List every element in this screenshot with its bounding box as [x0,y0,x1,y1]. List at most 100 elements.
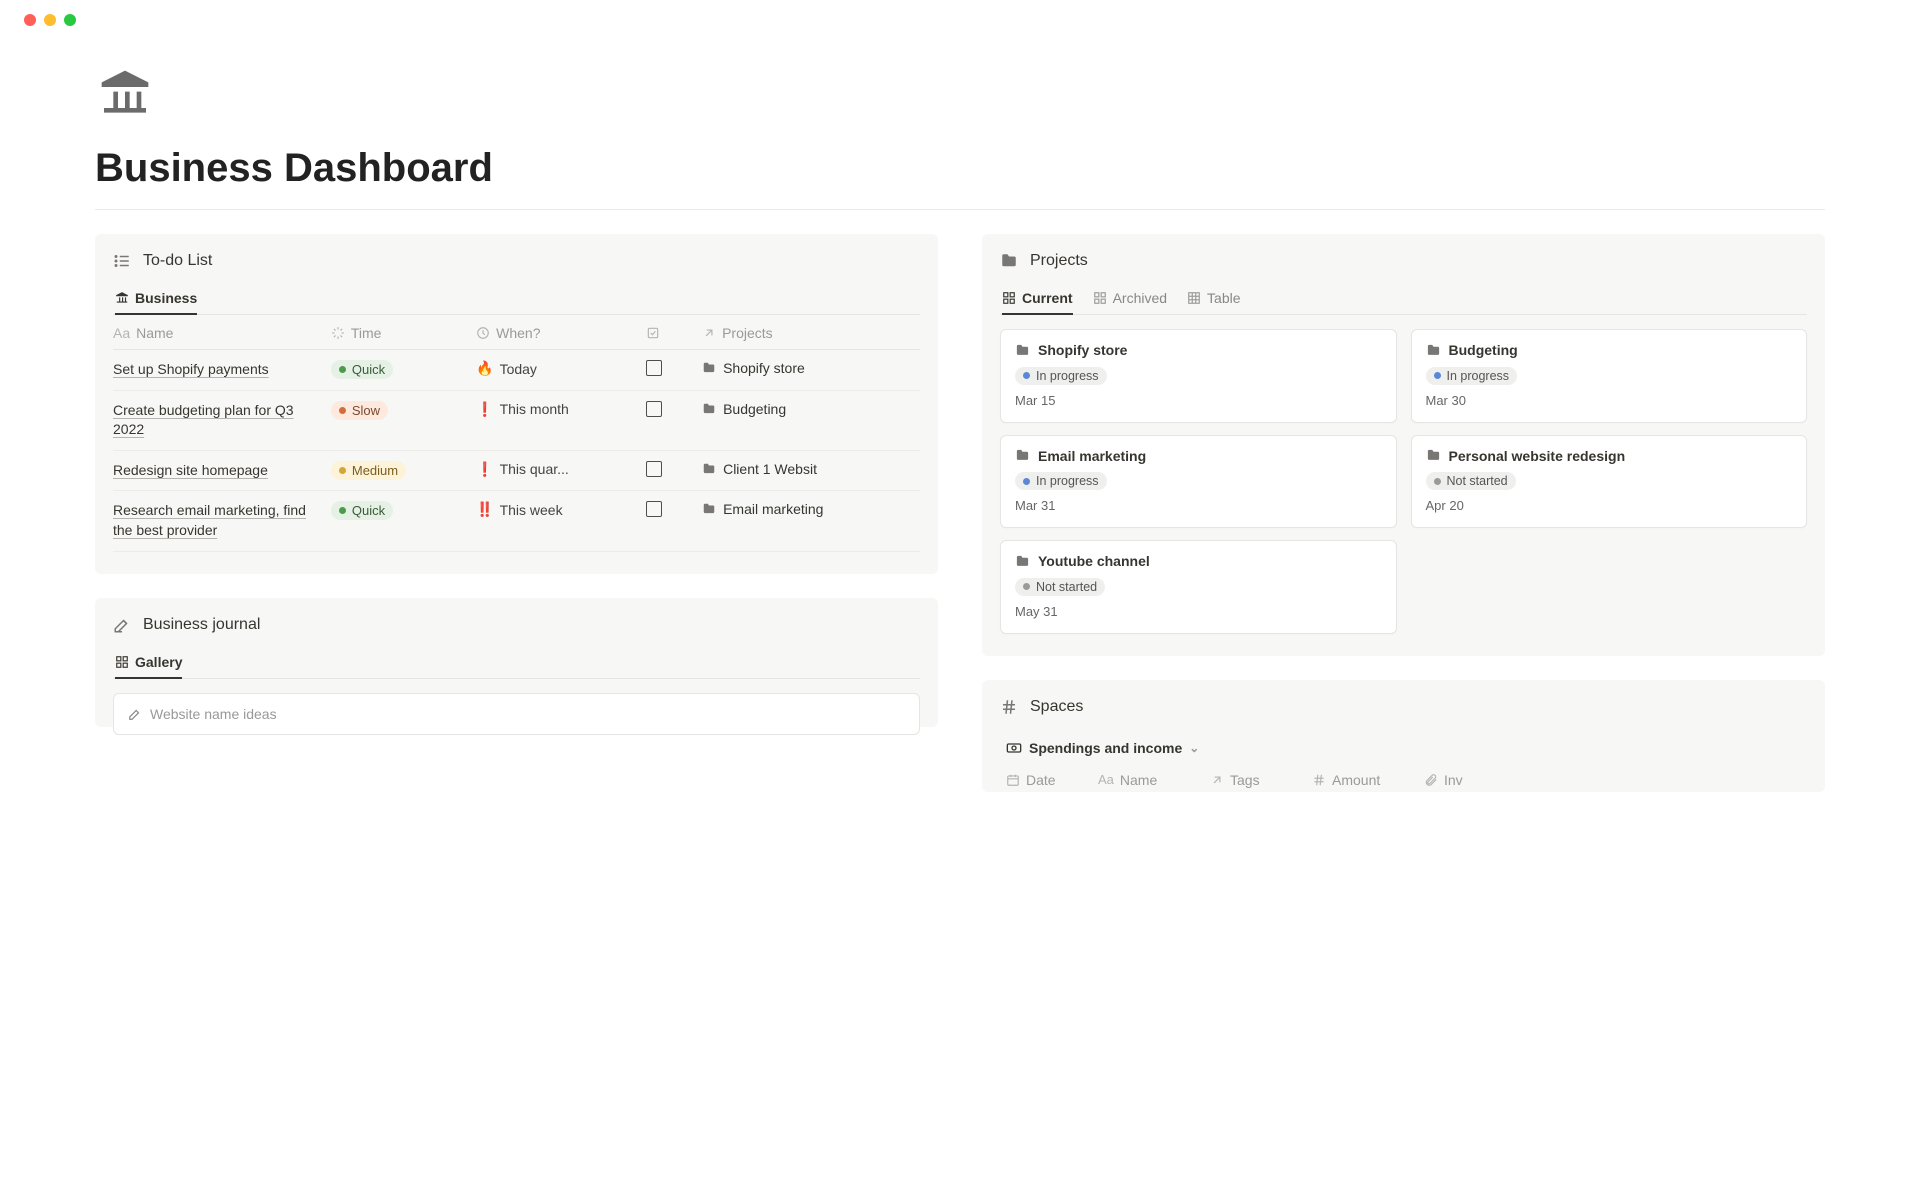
status-badge: Not started [1426,472,1516,490]
todo-name[interactable]: Research email marketing, find the best … [113,501,323,540]
pencil-small-icon [128,707,142,721]
journal-tabs: Gallery [113,648,920,679]
project-date: Mar 31 [1015,498,1382,513]
relation-icon [1210,773,1224,787]
project-card-title: Budgeting [1449,342,1518,358]
todo-name[interactable]: Create budgeting plan for Q3 2022 [113,401,323,440]
text-icon: Aa [113,325,130,341]
project-card[interactable]: Budgeting In progress Mar 30 [1411,329,1808,423]
table-icon [1187,291,1201,305]
project-card[interactable]: Youtube channel Not started May 31 [1000,540,1397,634]
sp-col-amount[interactable]: Amount [1312,772,1412,788]
sp-col-invoice[interactable]: Inv [1424,772,1463,788]
bank-icon [115,291,129,305]
folder-icon [702,462,716,476]
todo-name[interactable]: Redesign site homepage [113,461,323,481]
tab-archived[interactable]: Archived [1093,284,1167,314]
spaces-view-select[interactable]: Spendings and income ⌄ [1000,730,1199,764]
projects-tabs: Current Archived Table [1000,284,1807,315]
tab-business-label: Business [135,290,197,306]
project-link[interactable]: Shopify store [702,360,912,376]
attachment-icon [1424,773,1438,787]
pencil-icon [113,616,131,634]
todo-title[interactable]: To-do List [143,252,212,270]
projects-title[interactable]: Projects [1030,252,1088,270]
project-card-title: Personal website redesign [1449,448,1626,464]
spinner-icon [331,326,345,340]
spaces-columns: Date Aa Name Tags Amount [1000,764,1807,788]
divider [95,209,1825,210]
checkbox[interactable] [646,360,662,376]
select-icon [476,326,490,340]
table-row[interactable]: Set up Shopify payments Quick 🔥Today Sho… [113,350,920,391]
project-date: Mar 30 [1426,393,1793,408]
table-row[interactable]: Research email marketing, find the best … [113,491,920,551]
todo-table: Aa Name Time When? Projects Set up Shopif… [113,315,920,552]
project-date: Apr 20 [1426,498,1793,513]
project-card-title: Youtube channel [1038,553,1150,569]
project-card[interactable]: Shopify store In progress Mar 15 [1000,329,1397,423]
tab-gallery[interactable]: Gallery [115,648,182,678]
folder-icon [702,502,716,516]
project-link[interactable]: Email marketing [702,501,912,517]
tab-table-label: Table [1207,290,1240,306]
table-row[interactable]: Redesign site homepage Medium ❗This quar… [113,450,920,491]
minimize-window-icon[interactable] [44,14,56,26]
project-card[interactable]: Email marketing In progress Mar 31 [1000,435,1397,529]
col-time[interactable]: Time [351,325,382,341]
folder-icon [1000,252,1018,270]
folder-icon [1015,343,1030,358]
checkbox[interactable] [646,501,662,517]
project-link[interactable]: Budgeting [702,401,912,417]
tab-archived-label: Archived [1113,290,1167,306]
projects-panel: Projects Current Archived [982,234,1825,656]
status-badge: In progress [1015,472,1107,490]
sp-col-name[interactable]: Aa Name [1098,772,1198,788]
project-link[interactable]: Client 1 Websit [702,461,912,477]
folder-icon [702,402,716,416]
time-pill: Quick [331,501,393,520]
page-title[interactable]: Business Dashboard [95,146,1825,191]
relation-icon [702,326,716,340]
status-badge: In progress [1426,367,1518,385]
tab-table[interactable]: Table [1187,284,1240,314]
todo-tabs: Business [113,284,920,315]
tab-business[interactable]: Business [115,284,197,314]
sp-col-date[interactable]: Date [1006,772,1086,788]
close-window-icon[interactable] [24,14,36,26]
table-row[interactable]: Create budgeting plan for Q3 2022 Slow ❗… [113,390,920,450]
folder-icon [1015,448,1030,463]
window-traffic-lights [0,0,1920,26]
time-pill: Medium [331,461,406,480]
project-card[interactable]: Personal website redesign Not started Ap… [1411,435,1808,529]
when-value: 🔥Today [476,360,637,377]
folder-icon [1426,448,1441,463]
board-icon [1093,291,1107,305]
fullscreen-window-icon[interactable] [64,14,76,26]
time-pill: Quick [331,360,393,379]
spaces-title[interactable]: Spaces [1030,698,1083,716]
todo-name[interactable]: Set up Shopify payments [113,360,323,380]
tab-current[interactable]: Current [1002,284,1073,314]
hash-icon [1000,698,1018,716]
col-projects[interactable]: Projects [722,325,773,341]
checkbox[interactable] [646,461,662,477]
time-pill: Slow [331,401,388,420]
col-name[interactable]: Name [136,325,173,341]
sp-col-tags[interactable]: Tags [1210,772,1300,788]
page-emoji-icon[interactable] [95,66,1825,122]
journal-panel: Business journal Gallery [95,598,938,727]
hash-small-icon [1312,773,1326,787]
project-card-title: Shopify store [1038,342,1127,358]
journal-card[interactable]: Website name ideas [113,693,920,735]
list-icon [113,252,131,270]
spaces-panel: Spaces Spendings and income ⌄ Date Aa [982,680,1825,792]
when-value: ❗This quar... [476,461,637,478]
spaces-view-label: Spendings and income [1029,740,1182,756]
project-date: May 31 [1015,604,1382,619]
journal-title[interactable]: Business journal [143,616,260,634]
when-value: ❗This month [476,401,637,418]
checkbox[interactable] [646,401,662,417]
calendar-icon [1006,773,1020,787]
col-when[interactable]: When? [496,325,540,341]
